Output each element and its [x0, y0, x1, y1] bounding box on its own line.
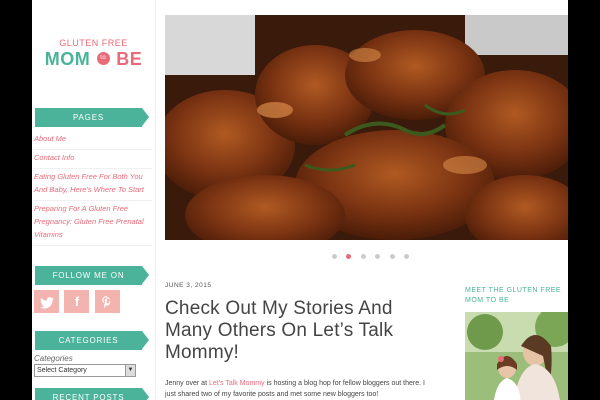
logo-to: to	[96, 51, 110, 65]
site-logo[interactable]: GLUTEN FREE MOM to BE	[32, 38, 155, 69]
pinterest-icon[interactable]	[94, 290, 120, 313]
category-select[interactable]: Select Category ▼	[34, 364, 136, 377]
logo-mom: MOM	[44, 49, 91, 69]
categories-widget-title: CATEGORIES	[35, 331, 149, 350]
slider-dot-active[interactable]	[346, 254, 352, 259]
follow-widget-title: FOLLOW ME ON	[35, 266, 149, 285]
category-select-value: Select Category	[37, 367, 87, 374]
post-excerpt: Jenny over at Let's Talk Mommy is hostin…	[165, 378, 435, 400]
slider-dot[interactable]	[360, 254, 366, 259]
post: JUNE 3, 2015 Check Out My Stories And Ma…	[165, 282, 435, 400]
pages-widget-title: PAGES	[35, 108, 149, 127]
slider-dot[interactable]	[332, 254, 337, 259]
about-widget-title: MEET THE GLUTEN FREE MOM TO BE	[465, 287, 562, 304]
slider-pagination	[332, 246, 414, 264]
post-title[interactable]: Check Out My Stories And Many Others On …	[165, 298, 435, 364]
recent-posts-widget-title: RECENT POSTS	[35, 388, 149, 400]
facebook-icon[interactable]: f	[64, 290, 90, 313]
post-date: JUNE 3, 2015	[165, 282, 212, 289]
author-photo	[465, 312, 568, 400]
page: GLUTEN FREE MOM to BE PAGES About Me Con…	[32, 0, 568, 400]
slider-dot[interactable]	[404, 254, 410, 259]
logo-wordmark: MOM to BE	[32, 49, 155, 69]
chevron-down-icon: ▼	[125, 365, 135, 376]
pages-list: About Me Contact Info Eating Gluten Free…	[34, 131, 152, 246]
categories-label: Categories	[34, 354, 73, 363]
page-link-contact[interactable]: Contact Info	[34, 150, 152, 169]
page-link-preparing-pregnancy[interactable]: Preparing For A Gluten Free Pregnancy: G…	[34, 201, 152, 246]
page-link-eating-gluten-free[interactable]: Eating Gluten Free For Both You And Baby…	[34, 169, 152, 201]
slider-dot[interactable]	[375, 254, 381, 259]
post-excerpt-link[interactable]: Let's Talk Mommy	[209, 380, 265, 387]
page-link-about[interactable]: About Me	[34, 131, 152, 150]
right-sidebar: MEET THE GLUTEN FREE MOM TO BE	[465, 286, 568, 400]
post-excerpt-before: Jenny over at	[165, 380, 209, 387]
social-links: f	[34, 290, 121, 313]
twitter-icon[interactable]	[34, 290, 59, 313]
logo-tagline: GLUTEN FREE	[59, 38, 128, 48]
left-sidebar: GLUTEN FREE MOM to BE PAGES About Me Con…	[32, 0, 156, 400]
slider-dot[interactable]	[389, 254, 395, 259]
logo-be: BE	[116, 49, 143, 69]
featured-slider-image[interactable]	[165, 15, 568, 240]
